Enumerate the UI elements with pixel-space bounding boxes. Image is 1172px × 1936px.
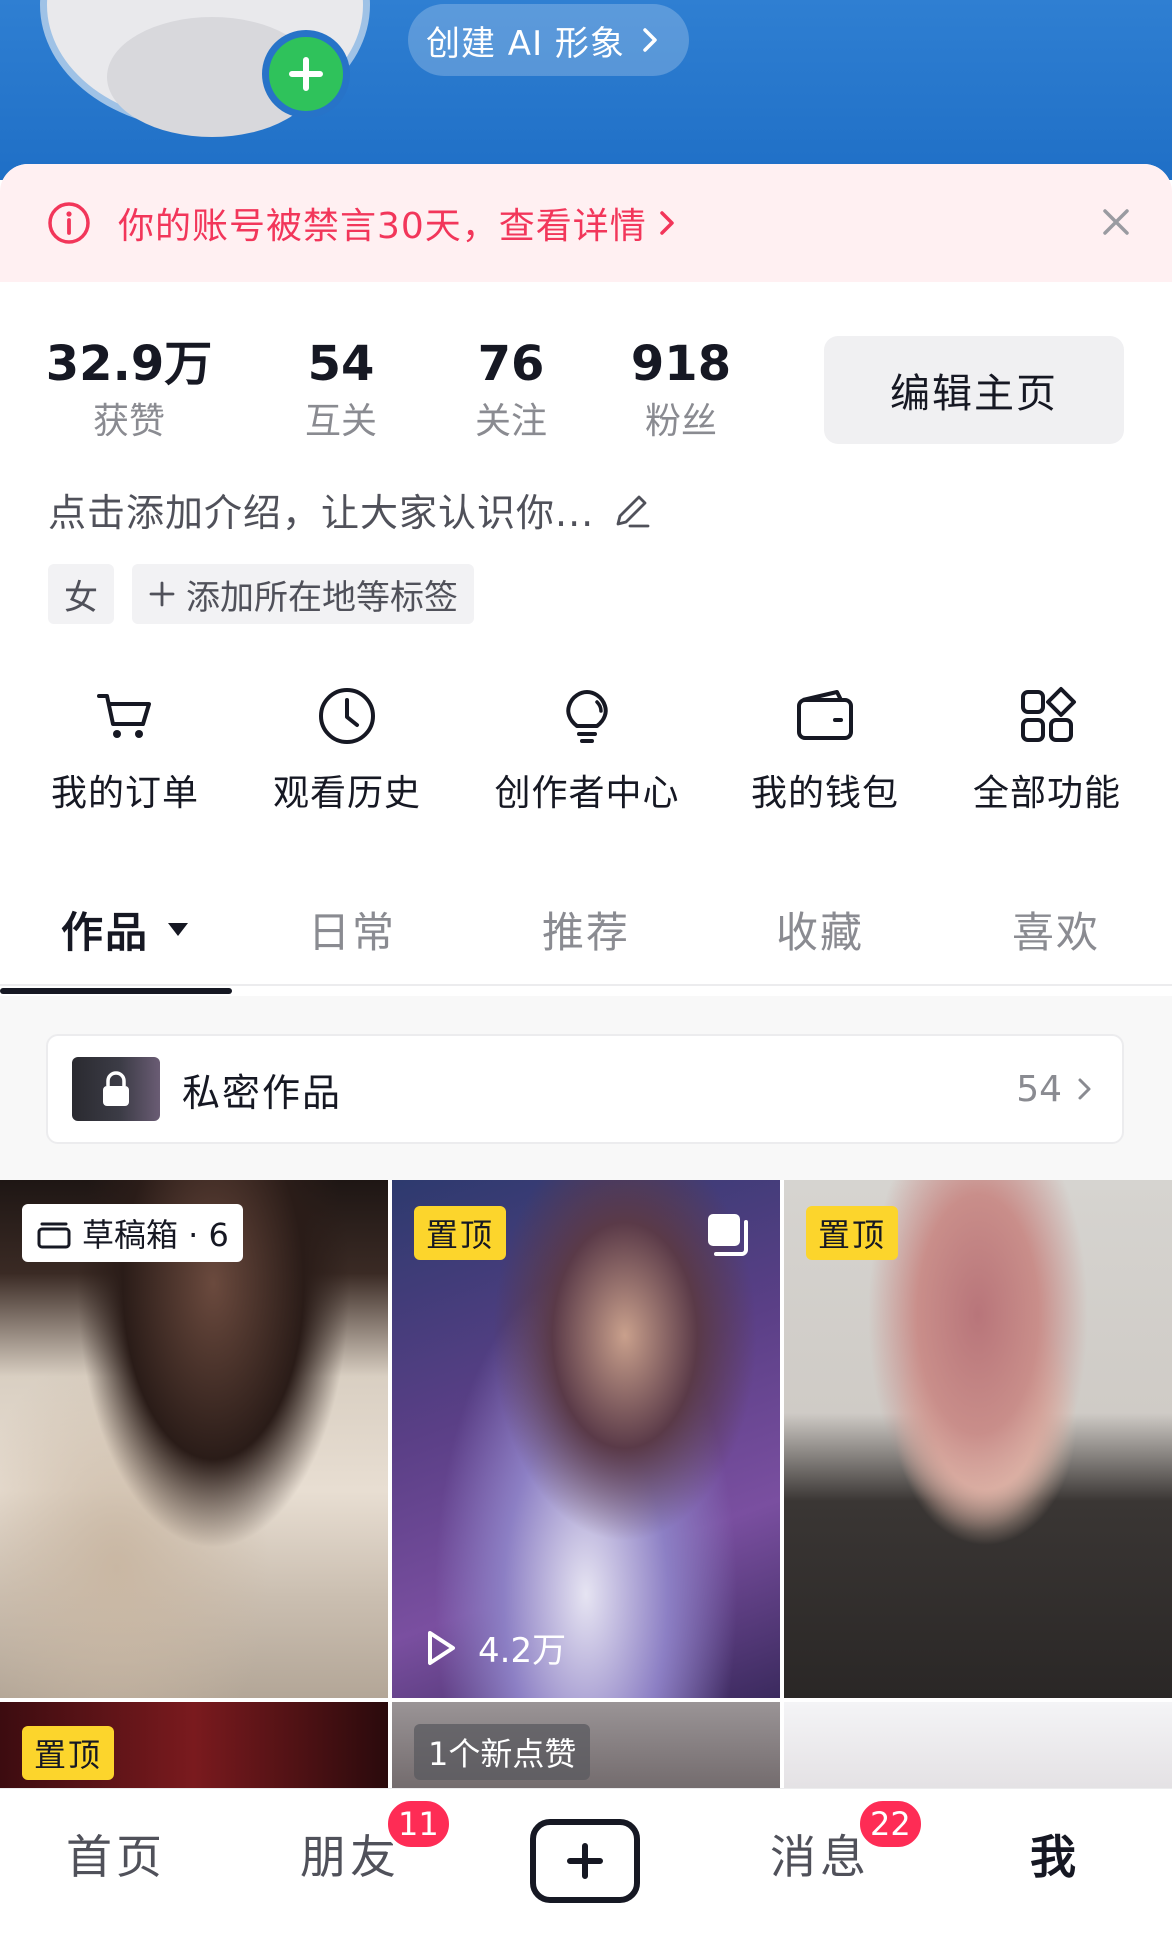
- ban-notice[interactable]: 你的账号被禁言30天，查看详情: [0, 164, 1172, 282]
- close-icon[interactable]: [1098, 204, 1134, 240]
- create-ai-avatar-label: 创建 AI 形象: [426, 23, 625, 64]
- chevron-right-icon: [1078, 1078, 1091, 1100]
- profile-header: 创建 AI 形象: [0, 0, 1172, 180]
- feature-all-functions[interactable]: 全部功能: [942, 684, 1152, 816]
- tab-active-indicator: [0, 988, 232, 994]
- bio-placeholder: 点击添加介绍，让大家认识你...: [48, 491, 595, 535]
- stat-followers-value: 918: [630, 336, 732, 392]
- tab-works[interactable]: 作品: [20, 876, 232, 982]
- chevron-right-icon: [660, 211, 674, 235]
- feature-all-functions-label: 全部功能: [972, 773, 1121, 814]
- lightbulb-icon: [566, 690, 608, 743]
- pinned-badge: 置顶: [806, 1206, 899, 1260]
- draft-box-thumbnail[interactable]: 草稿箱 · 6: [0, 1180, 388, 1698]
- content-tabs: 作品 日常 推荐 收藏 喜欢: [0, 876, 1172, 986]
- pinned-badge: 置顶: [22, 1726, 115, 1780]
- feature-history-label: 观看历史: [272, 773, 421, 814]
- tab-liked-label: 喜欢: [1011, 907, 1100, 957]
- private-works-thumbnail: [72, 1057, 160, 1121]
- draft-box-badge: 草稿箱 · 6: [22, 1204, 243, 1262]
- stat-mutual[interactable]: 54 互关: [256, 332, 426, 448]
- tag-gender-label: 女: [64, 577, 98, 618]
- pinned-badge: 置顶: [414, 1206, 507, 1260]
- feature-wallet-label: 我的钱包: [750, 773, 899, 814]
- profile-sheet: 你的账号被禁言30天，查看详情 32.9万 获赞 54 互关 76 关注 918…: [0, 164, 1172, 1936]
- nav-messages[interactable]: 消息: [770, 1821, 870, 1887]
- lock-icon: [103, 1071, 129, 1106]
- profile-tags: 女 添加所在地等标签: [48, 564, 474, 624]
- feature-shortcuts: 我的订单 观看历史 创作者中心 我的钱包 全部功能: [0, 684, 1172, 834]
- stat-mutual-value: 54: [307, 336, 375, 392]
- play-icon: [428, 1630, 455, 1665]
- bottom-navigation: 首页 朋友 11 消息 22 我: [0, 1788, 1172, 1936]
- drafts-box-icon: [37, 1222, 71, 1249]
- play-count-value: 4.2万: [478, 1631, 567, 1671]
- stat-following[interactable]: 76 关注: [426, 332, 596, 448]
- tab-favorites-label: 收藏: [775, 907, 864, 957]
- stat-following-value: 76: [477, 336, 545, 392]
- tab-daily-label: 日常: [307, 907, 396, 957]
- feature-creator-center-label: 创作者中心: [494, 773, 680, 814]
- tab-daily[interactable]: 日常: [262, 876, 442, 982]
- private-works-entry[interactable]: 私密作品 54: [46, 1034, 1124, 1144]
- tab-favorites[interactable]: 收藏: [730, 876, 910, 982]
- private-works-label: 私密作品: [182, 1070, 343, 1115]
- stat-likes-value: 32.9万: [45, 336, 213, 392]
- tag-gender[interactable]: 女: [48, 564, 114, 624]
- friends-notification-badge: 11: [384, 1797, 453, 1851]
- chevron-right-icon: [643, 28, 657, 52]
- video-thumbnail[interactable]: [784, 1702, 1172, 1800]
- new-like-badge: 1个新点赞: [414, 1724, 591, 1780]
- plus-icon: [567, 1843, 603, 1879]
- stat-likes-label: 获赞: [92, 401, 165, 442]
- create-ai-avatar-button[interactable]: 创建 AI 形象: [408, 4, 689, 76]
- tab-liked[interactable]: 喜欢: [966, 876, 1146, 982]
- create-post-button[interactable]: [530, 1819, 640, 1903]
- messages-notification-badge: 22: [856, 1797, 925, 1851]
- draft-box-label: 草稿箱 · 6: [82, 1216, 229, 1254]
- clock-icon: [319, 688, 375, 744]
- private-works-section: 私密作品 54: [0, 996, 1172, 1180]
- ban-notice-text: 你的账号被禁言30天，查看详情: [118, 206, 647, 247]
- edit-profile-button[interactable]: 编辑主页: [824, 336, 1124, 444]
- nav-me[interactable]: 我: [1030, 1821, 1080, 1887]
- info-icon: [48, 202, 90, 244]
- private-works-count: 54: [1016, 1068, 1062, 1110]
- grid-icon: [1021, 687, 1076, 742]
- feature-orders[interactable]: 我的订单: [20, 684, 230, 816]
- stat-followers-label: 粉丝: [644, 401, 717, 442]
- plus-icon: [289, 57, 323, 91]
- add-avatar-button[interactable]: [262, 30, 350, 118]
- tab-recommended-label: 推荐: [541, 907, 630, 957]
- nav-home[interactable]: 首页: [66, 1821, 166, 1887]
- bio[interactable]: 点击添加介绍，让大家认识你...: [48, 482, 654, 537]
- add-tag-button[interactable]: 添加所在地等标签: [132, 564, 474, 624]
- stat-followers[interactable]: 918 粉丝: [596, 332, 766, 448]
- feature-history[interactable]: 观看历史: [242, 684, 452, 816]
- pencil-icon[interactable]: [610, 488, 654, 532]
- add-tag-label: 添加所在地等标签: [186, 577, 458, 618]
- video-thumbnail-pinned-2[interactable]: 置顶: [784, 1180, 1172, 1698]
- wallet-icon: [797, 690, 853, 740]
- feature-creator-center[interactable]: 创作者中心: [482, 684, 692, 816]
- tab-works-label: 作品: [60, 907, 149, 957]
- stat-mutual-label: 互关: [304, 401, 377, 442]
- stat-likes[interactable]: 32.9万 获赞: [44, 332, 214, 448]
- video-thumbnail-pinned-1[interactable]: 置顶 4.2万: [392, 1180, 780, 1698]
- video-thumbnail-new-like[interactable]: 1个新点赞: [392, 1702, 780, 1800]
- works-grid: 草稿箱 · 6 置顶 4.2万 置顶 置顶 1个新点赞: [0, 1180, 1172, 1800]
- stat-following-label: 关注: [474, 401, 547, 442]
- tab-recommended[interactable]: 推荐: [496, 876, 676, 982]
- play-count: 4.2万: [420, 1623, 566, 1672]
- feature-wallet[interactable]: 我的钱包: [720, 684, 930, 816]
- feature-orders-label: 我的订单: [50, 773, 199, 814]
- multi-image-icon: [708, 1214, 748, 1256]
- video-thumbnail-pinned-3[interactable]: 置顶: [0, 1702, 388, 1800]
- caret-down-icon: [168, 923, 188, 936]
- cart-icon: [97, 694, 151, 738]
- plus-icon: [149, 581, 175, 607]
